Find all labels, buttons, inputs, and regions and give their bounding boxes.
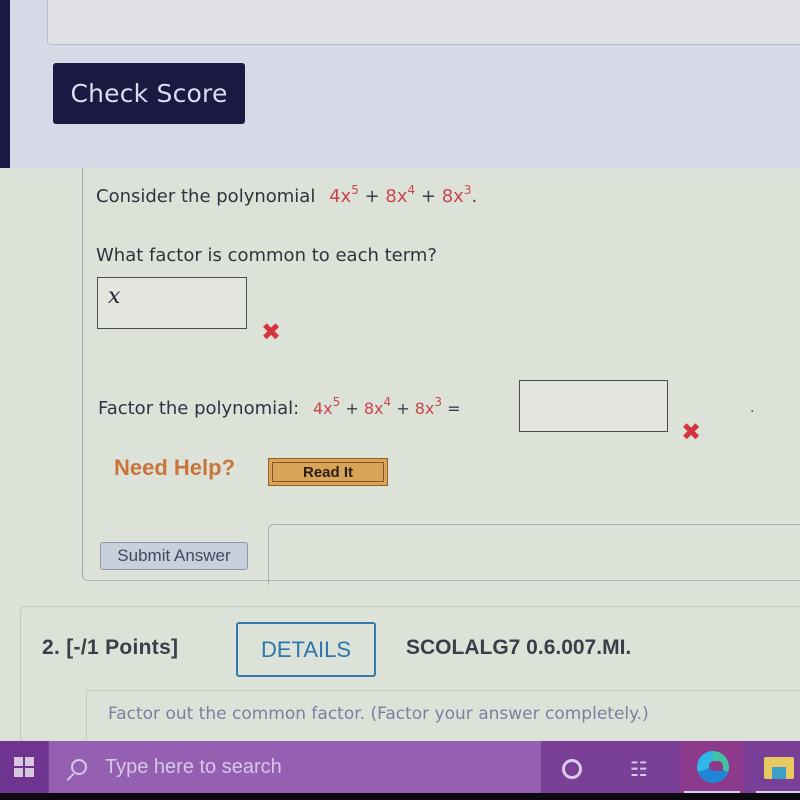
trailing-period: . [750, 400, 755, 416]
polynomial: 4x5 + 8x4 + 8x3. [329, 183, 478, 207]
need-help-label: Need Help? [114, 455, 236, 480]
factor-prompt-text: Factor the polynomial: [98, 398, 300, 419]
left-accent-bar [0, 0, 10, 168]
polynomial-inline: 4x5 + 8x4 + 8x3 = [312, 395, 461, 418]
part-2-prompt: Factor the polynomial: 4x5 + 8x4 + 8x3 = [98, 395, 461, 419]
search-placeholder: Type here to search [105, 755, 282, 778]
previous-panel [47, 0, 800, 45]
task-view-icon[interactable]: ☷ [628, 757, 650, 781]
help-panel [268, 524, 800, 585]
question-2-code: SCOLALG7 0.6.007.MI. [406, 636, 632, 659]
question-2-points: 2. [-/1 Points] [42, 636, 179, 659]
factored-polynomial-input[interactable] [519, 380, 668, 432]
question-1-intro: Consider the polynomial 4x5 + 8x4 + 8x3. [96, 183, 477, 207]
details-button[interactable]: DETAILS [236, 622, 376, 677]
search-icon [71, 759, 87, 775]
read-it-label: Read It [302, 463, 353, 481]
term-1: 4x5 [329, 183, 359, 207]
plus-sign: + [364, 186, 380, 207]
edge-icon [697, 751, 729, 783]
period: . [471, 186, 478, 207]
screen-bezel [0, 793, 800, 800]
equals-sign: = [447, 399, 461, 418]
taskbar-search[interactable]: Type here to search [49, 741, 541, 793]
read-it-button[interactable]: Read It [268, 458, 388, 486]
intro-text: Consider the polynomial [96, 186, 316, 207]
common-factor-input[interactable]: x [97, 277, 247, 329]
question-1-panel [82, 168, 800, 581]
file-explorer-icon[interactable] [764, 757, 794, 779]
term-3: 8x3 [441, 183, 472, 207]
windows-start-icon [14, 757, 34, 777]
check-score-button[interactable]: Check Score [53, 63, 245, 124]
start-button[interactable] [0, 741, 48, 793]
question-2-instruction: Factor out the common factor. (Factor yo… [108, 704, 649, 724]
incorrect-icon: ✖ [681, 418, 702, 446]
term-2: 8x4 [385, 183, 416, 207]
incorrect-icon: ✖ [261, 318, 282, 346]
submit-answer-button[interactable]: Submit Answer [100, 542, 248, 570]
part-1-prompt: What factor is common to each term? [96, 245, 437, 266]
cortana-icon[interactable] [562, 759, 582, 779]
plus-sign: + [420, 186, 436, 207]
common-factor-value: x [108, 284, 121, 309]
